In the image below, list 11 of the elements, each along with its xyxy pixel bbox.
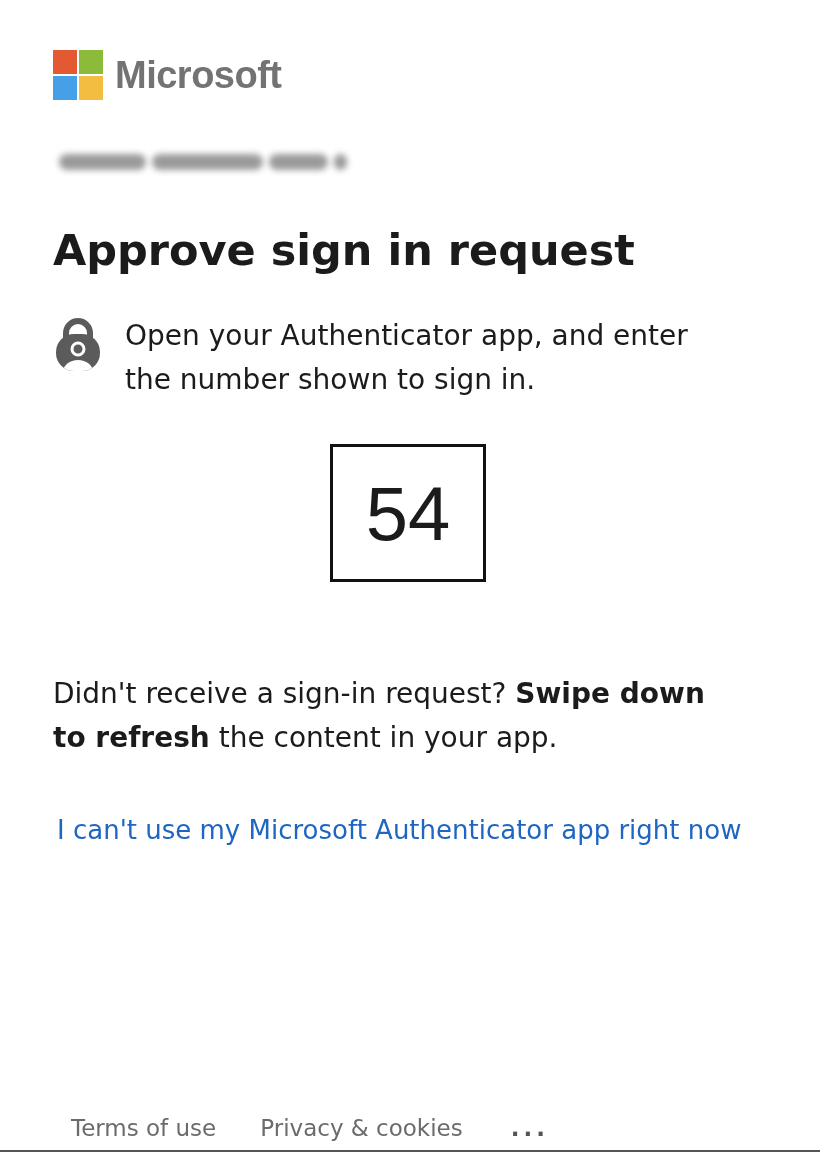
footer-link[interactable]: Privacy & cookies <box>260 1112 463 1144</box>
logo-icon <box>53 50 103 100</box>
help-text: Didn't receive a sign-in request? Swipe down to refresh the content in your app. <box>53 676 706 756</box>
number-display: 54 <box>330 444 486 582</box>
page-heading: Approve sign in request <box>53 224 635 276</box>
lock-icon <box>55 318 101 372</box>
logo-wordmark: Microsoft <box>115 53 282 97</box>
alternative-link[interactable]: I can't use my Microsoft Authenticator app right now <box>57 812 742 848</box>
more-options-button[interactable]: ... <box>506 1112 553 1144</box>
instruction-text: Open your Authenticator app, and enter the number shown to sign in. <box>125 318 689 398</box>
footer-link[interactable]: Terms of use <box>71 1112 217 1144</box>
